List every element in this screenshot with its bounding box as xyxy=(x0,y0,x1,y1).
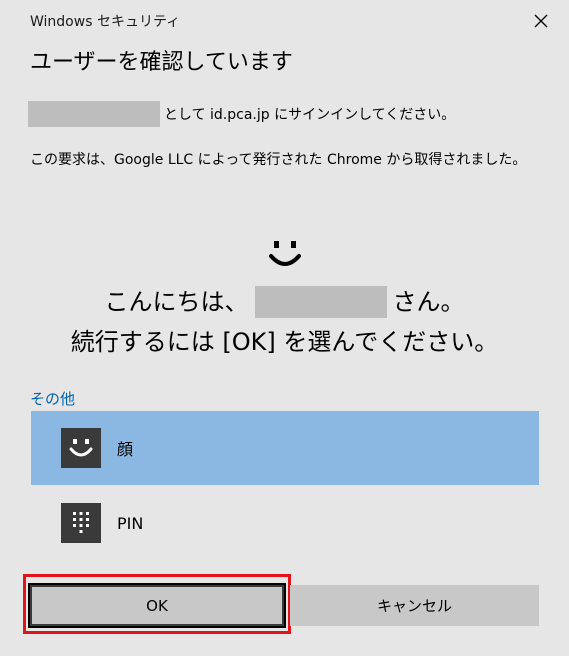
option-pin-label: PIN xyxy=(117,513,144,533)
greeting-prefix: こんにちは、 xyxy=(104,288,249,316)
window-title: Windows セキュリティ xyxy=(30,14,181,30)
ok-button[interactable]: OK xyxy=(28,583,286,628)
close-button[interactable] xyxy=(526,6,556,36)
windows-security-dialog: Windows セキュリティ ユーザーを確認しています として id.pca.j… xyxy=(0,0,569,656)
cancel-button[interactable]: キャンセル xyxy=(290,585,539,626)
redacted-user-name xyxy=(254,286,387,318)
pin-keypad-icon xyxy=(61,503,101,543)
face-smile-icon xyxy=(61,428,101,468)
smile-icon xyxy=(269,241,301,266)
greeting: こんにちは、 さん。 続行するには [OK] を選んでください。 xyxy=(0,282,569,362)
dialog-heading: ユーザーを確認しています xyxy=(30,50,293,75)
redacted-account xyxy=(28,101,160,127)
greeting-line-1: こんにちは、 さん。 xyxy=(0,282,569,322)
request-origin-text: この要求は、Google LLC によって発行された Chrome から取得され… xyxy=(30,152,527,168)
other-options-label[interactable]: その他 xyxy=(30,388,75,409)
option-pin[interactable]: PIN xyxy=(31,486,539,560)
signin-instruction: として id.pca.jp にサインインしてください。 xyxy=(28,101,455,127)
option-face[interactable]: 顔 xyxy=(31,411,539,485)
signin-text: として id.pca.jp にサインインしてください。 xyxy=(164,107,456,123)
close-icon xyxy=(534,14,548,28)
greeting-line-2: 続行するには [OK] を選んでください。 xyxy=(70,328,499,356)
option-face-label: 顔 xyxy=(117,440,134,459)
greeting-suffix: さん。 xyxy=(392,288,465,316)
